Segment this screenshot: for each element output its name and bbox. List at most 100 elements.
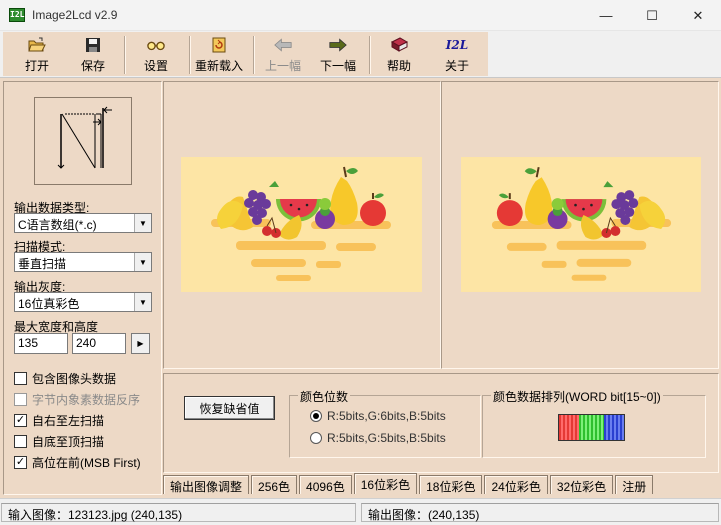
output-image-status: 输出图像：(240,135) <box>361 503 719 522</box>
tab-256-color[interactable]: 256色 <box>251 475 298 494</box>
color-bits-title: 颜色位数 <box>298 388 351 405</box>
scan-mode-preview <box>34 97 132 185</box>
next-image-button[interactable]: 下一幅 <box>312 32 364 76</box>
status-bar: 输入图像：123123.jpg (240,135) 输出图像：(240,135) <box>0 498 721 525</box>
checkbox-box[interactable] <box>14 392 27 406</box>
input-image-status: 输入图像：123123.jpg (240,135) <box>1 503 356 522</box>
input-image <box>181 157 422 292</box>
folder-open-icon <box>28 37 46 53</box>
arrow-right-icon <box>329 37 347 53</box>
output-type-select[interactable]: C语言数组(*.c) ▼ <box>14 213 152 233</box>
tab-strip: 输出图像调整 256色 4096色 16位彩色 18位彩色 24位彩色 32位彩… <box>163 473 655 495</box>
about-logo-icon: I2L <box>445 38 469 52</box>
tab-16bit-color[interactable]: 16位彩色 <box>353 473 418 494</box>
main-area: 输出数据类型: C语言数组(*.c) ▼ 扫描模式: 垂直扫描 ▼ 输出灰度: … <box>0 78 721 498</box>
checkbox-box[interactable] <box>14 434 27 448</box>
reload-icon <box>210 37 228 53</box>
check-icon[interactable]: ✓ <box>14 413 27 427</box>
app-icon: I2L <box>9 8 25 22</box>
color-bits-group: 颜色位数 R:5bits,G:6bits,B:5bits R:5bits,G:5… <box>289 388 481 458</box>
output-type-value: C语言数组(*.c) <box>18 218 97 232</box>
tab-18bit-color[interactable]: 18位彩色 <box>419 475 483 494</box>
minimize-button[interactable]: — <box>583 0 629 31</box>
settings-panel: 输出数据类型: C语言数组(*.c) ▼ 扫描模式: 垂直扫描 ▼ 输出灰度: … <box>3 81 162 495</box>
radio-rgb555-label: R:5bits,G:5bits,B:5bits <box>327 431 446 445</box>
chevron-down-icon[interactable]: ▼ <box>134 253 151 271</box>
tab-32bit-color[interactable]: 32位彩色 <box>549 475 614 494</box>
checkbox-label: 包含图像头数据 <box>32 371 117 386</box>
checkbox-box[interactable] <box>14 371 27 385</box>
toolbar-separator <box>369 36 371 74</box>
color-settings-panel: 恢复缺省值 颜色位数 R:5bits,G:6bits,B:5bits R:5bi… <box>163 373 719 473</box>
restore-default-button[interactable]: 恢复缺省值 <box>184 396 275 420</box>
radio-icon[interactable] <box>310 432 322 444</box>
bit-order-bar[interactable] <box>558 414 625 441</box>
floppy-disk-icon <box>84 37 102 53</box>
tab-output-adjust[interactable]: 输出图像调整 <box>163 475 250 494</box>
save-label: 保存 <box>80 59 105 73</box>
open-button[interactable]: 打开 <box>11 32 63 76</box>
scan-direction-diagram <box>57 106 112 169</box>
prev-image-label: 上一幅 <box>264 59 301 73</box>
prev-image-button[interactable]: 上一幅 <box>257 32 309 76</box>
radio-rgb555[interactable]: R:5bits,G:5bits,B:5bits <box>310 431 446 445</box>
checkbox-label: 高位在前(MSB First) <box>32 455 141 470</box>
help-book-icon <box>390 37 408 53</box>
tab-register[interactable]: 注册 <box>615 475 654 494</box>
gray-value: 16位真彩色 <box>18 297 80 311</box>
bottom-to-top-checkbox[interactable]: 自底至顶扫描 <box>14 433 104 449</box>
toolbar-separator <box>124 36 126 74</box>
arrow-left-icon <box>274 37 292 53</box>
fruit-illustration <box>181 157 422 292</box>
red-bits <box>559 415 580 440</box>
green-bits <box>579 415 604 440</box>
next-image-label: 下一幅 <box>319 59 356 73</box>
toolbar-separator <box>253 36 255 74</box>
reload-button[interactable]: 重新载入 <box>193 32 245 76</box>
help-button[interactable]: 帮助 <box>373 32 425 76</box>
settings-button[interactable]: 设置 <box>130 32 182 76</box>
tab-4096-color[interactable]: 4096色 <box>299 475 352 494</box>
blue-bits <box>603 415 624 440</box>
checkbox-label: 字节内象素数据反序 <box>32 392 141 407</box>
toolbar: 打开 保存 设置 重新载入 上一幅 下一幅 帮助 I2L 关于 <box>0 31 721 78</box>
about-label: 关于 <box>444 59 469 73</box>
tab-24bit-color[interactable]: 24位彩色 <box>484 475 548 494</box>
chevron-down-icon[interactable]: ▼ <box>134 293 151 311</box>
glasses-icon <box>147 37 165 53</box>
radio-rgb565-label: R:5bits,G:6bits,B:5bits <box>327 409 446 423</box>
scan-mode-select[interactable]: 垂直扫描 ▼ <box>14 252 152 272</box>
window-title: Image2Lcd v2.9 <box>32 8 118 22</box>
output-image-panel <box>441 81 719 369</box>
checkbox-label: 自底至顶扫描 <box>32 434 105 449</box>
msb-first-checkbox[interactable]: ✓ 高位在前(MSB First) <box>14 454 141 470</box>
output-image <box>461 157 701 292</box>
apply-size-button[interactable]: ▶ <box>131 333 150 354</box>
radio-selected-icon[interactable] <box>310 410 322 422</box>
gray-select[interactable]: 16位真彩色 ▼ <box>14 292 152 312</box>
include-header-checkbox[interactable]: 包含图像头数据 <box>14 370 116 386</box>
title-bar: I2L Image2Lcd v2.9 — ☐ ✕ <box>0 0 721 31</box>
chevron-down-icon[interactable]: ▼ <box>134 214 151 232</box>
input-image-panel <box>163 81 441 369</box>
settings-label: 设置 <box>143 59 168 73</box>
open-label: 打开 <box>24 59 49 73</box>
help-label: 帮助 <box>386 59 411 73</box>
close-button[interactable]: ✕ <box>675 0 721 31</box>
about-button[interactable]: I2L 关于 <box>431 32 483 76</box>
reload-label: 重新载入 <box>194 59 243 73</box>
fruit-illustration-mirrored <box>461 157 701 292</box>
reverse-pixel-checkbox[interactable]: 字节内象素数据反序 <box>14 391 140 407</box>
color-order-title: 颜色数据排列(WORD bit[15~0]) <box>491 388 663 405</box>
color-order-group: 颜色数据排列(WORD bit[15~0]) <box>482 388 706 458</box>
check-icon[interactable]: ✓ <box>14 455 27 469</box>
max-width-input[interactable]: 135 <box>14 333 68 354</box>
maximize-button[interactable]: ☐ <box>629 0 675 31</box>
toolbar-separator <box>189 36 191 74</box>
scan-mode-value: 垂直扫描 <box>18 257 67 271</box>
radio-rgb565[interactable]: R:5bits,G:6bits,B:5bits <box>310 409 446 423</box>
checkbox-label: 自右至左扫描 <box>32 413 105 428</box>
right-to-left-checkbox[interactable]: ✓ 自右至左扫描 <box>14 412 104 428</box>
save-button[interactable]: 保存 <box>67 32 119 76</box>
max-height-input[interactable]: 240 <box>72 333 126 354</box>
